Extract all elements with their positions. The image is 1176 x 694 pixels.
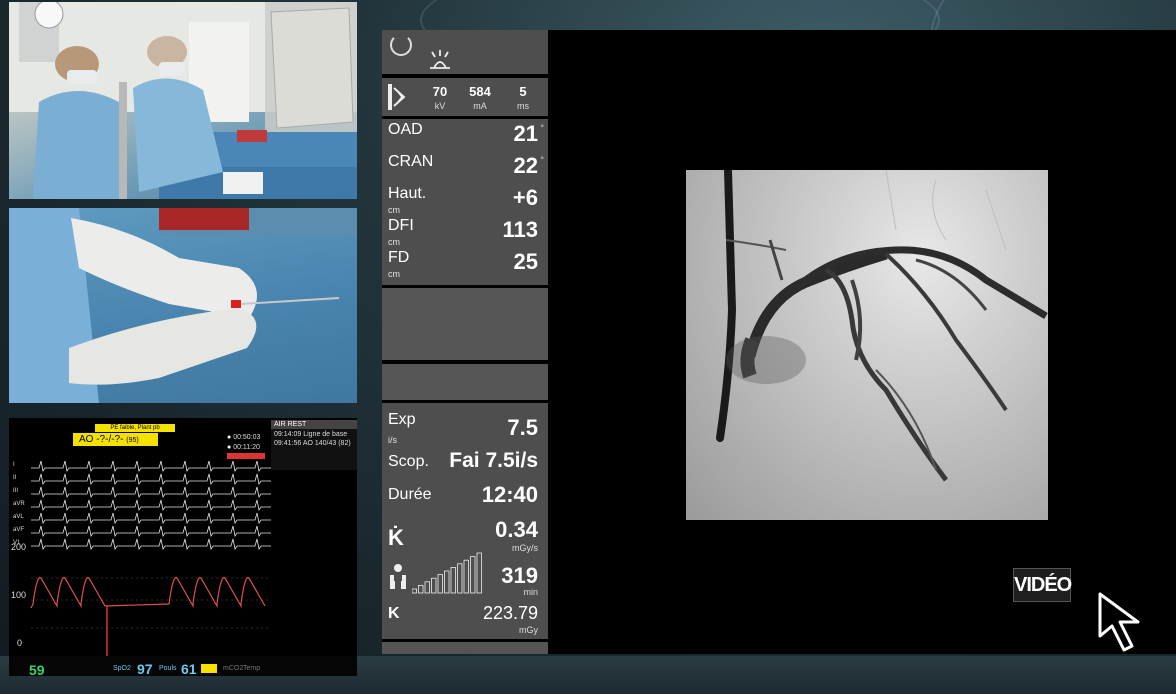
dose-bar <box>444 570 450 594</box>
ecg-trace <box>31 499 271 512</box>
spo2-label: SpO2 <box>113 665 131 672</box>
dose-bar <box>463 559 469 594</box>
degree-sign: ° <box>540 123 544 133</box>
exp-unit: i/s <box>388 435 397 445</box>
rotate-icon <box>390 34 412 56</box>
geometry-label: OAD <box>388 121 423 138</box>
geometry-value: 21 <box>513 121 538 146</box>
ms-unit: ms <box>517 101 529 111</box>
monitor-bottom-strip: 59 SpO2 97 Pouls 61 mCO2 Temp <box>9 656 357 676</box>
coronary-angiogram-image <box>686 170 1048 520</box>
dose-bar <box>418 585 424 594</box>
geometry-value: 22 <box>513 153 538 178</box>
exp-value: 7.5 <box>507 415 538 440</box>
geometry-label: DFI <box>388 217 414 234</box>
geometry-block: OAD 21 ° CRAN 22 ° Haut. cm +6 DFI cm 113 FD cm 25 <box>382 119 548 285</box>
dose-bar <box>437 574 443 594</box>
lead-label: I <box>13 462 15 468</box>
geometry-value: 25 <box>513 249 538 274</box>
ecg-trace <box>31 473 271 486</box>
dose-bar <box>457 563 463 594</box>
ms-value: 5 <box>519 84 527 99</box>
lead-label: aVR <box>13 501 25 507</box>
pulse-label: Pouls <box>159 665 177 672</box>
lead-label: II <box>13 475 17 481</box>
empty-block-1 <box>382 288 548 360</box>
video-procedure-hands <box>9 208 357 403</box>
duree-value: 12:40 <box>481 482 538 507</box>
geometry-value: 113 <box>502 217 539 242</box>
dose-block: Exp i/s 7.5 Scop. Fai 7.5i/s Durée 12:40… <box>382 403 548 639</box>
ecg-trace <box>31 486 271 499</box>
pressure-trace <box>30 576 266 609</box>
scop-value: Fai 7.5i/s <box>449 449 538 472</box>
k-value: 223.79 <box>482 603 538 623</box>
ma-unit: mA <box>473 101 487 111</box>
video-badge[interactable]: VIDÉO <box>1013 568 1072 602</box>
dose-bar <box>412 588 417 594</box>
ma-value: 584 <box>469 84 491 99</box>
hr-value: 59 <box>29 662 45 676</box>
patient-monitor: PE faible, Plant pb AO -?-/-?- (95) ● 00… <box>9 418 357 676</box>
kdot-unit: mGy/s <box>512 543 538 553</box>
lead-label: aVF <box>13 527 25 533</box>
mco2-label: mCO2 <box>223 665 244 672</box>
kdot-label: K̇ <box>388 525 404 550</box>
dose-value: 319 <box>501 563 538 588</box>
geometry-unit: cm <box>388 205 400 215</box>
degree-sign: ° <box>540 155 544 165</box>
spo2-value: 97 <box>137 661 153 676</box>
kdot-value: 0.34 <box>495 517 538 542</box>
fluoro-lamp-icon <box>430 50 450 69</box>
dose-bar <box>431 577 437 594</box>
operator-icon <box>390 564 406 589</box>
geometry-label: CRAN <box>388 153 434 170</box>
dose-unit: min <box>523 587 538 597</box>
kv-unit: kV <box>434 101 446 111</box>
exposure-params-block: 70 kV 584 mA 5 ms <box>382 78 548 116</box>
geometry-value: +6 <box>512 185 538 210</box>
pressure-scale-0: 0 <box>17 638 23 648</box>
ecg-trace <box>31 538 271 551</box>
geometry-unit: cm <box>388 269 400 279</box>
pressure-scale-100: 100 <box>11 590 27 600</box>
nbp-badge <box>201 664 217 673</box>
k-unit: mGy <box>519 625 538 635</box>
ecg-trace <box>31 460 271 473</box>
scop-label: Scop. <box>388 453 429 470</box>
geometry-unit: cm <box>388 237 400 247</box>
video-cath-lab-room <box>9 2 357 199</box>
temp-label: Temp <box>243 665 261 672</box>
xray-tube-icon <box>388 84 406 110</box>
ecg-trace <box>31 525 271 538</box>
pressure-scale-200: 200 <box>11 542 27 552</box>
dose-level-bars <box>412 552 482 594</box>
lead-label: aVL <box>13 514 24 520</box>
pulse-value: 61 <box>181 661 197 676</box>
dose-bar <box>476 552 482 594</box>
kv-value: 70 <box>432 84 448 99</box>
icon-strip <box>382 30 548 74</box>
dose-bar <box>470 556 476 594</box>
ecg-waveforms <box>30 460 271 656</box>
ecg-trace <box>31 512 271 525</box>
lead-label: III <box>13 488 19 494</box>
empty-block-2 <box>382 364 548 400</box>
dose-bar <box>424 581 430 594</box>
k-label: K <box>388 605 400 622</box>
exp-label: Exp <box>388 411 416 428</box>
dose-bar <box>450 566 456 594</box>
cursor-icon <box>1098 592 1140 652</box>
geometry-label: Haut. <box>388 185 427 202</box>
duree-label: Durée <box>388 486 432 503</box>
bottom-stub-block <box>382 642 548 654</box>
geometry-label: FD <box>388 249 410 266</box>
